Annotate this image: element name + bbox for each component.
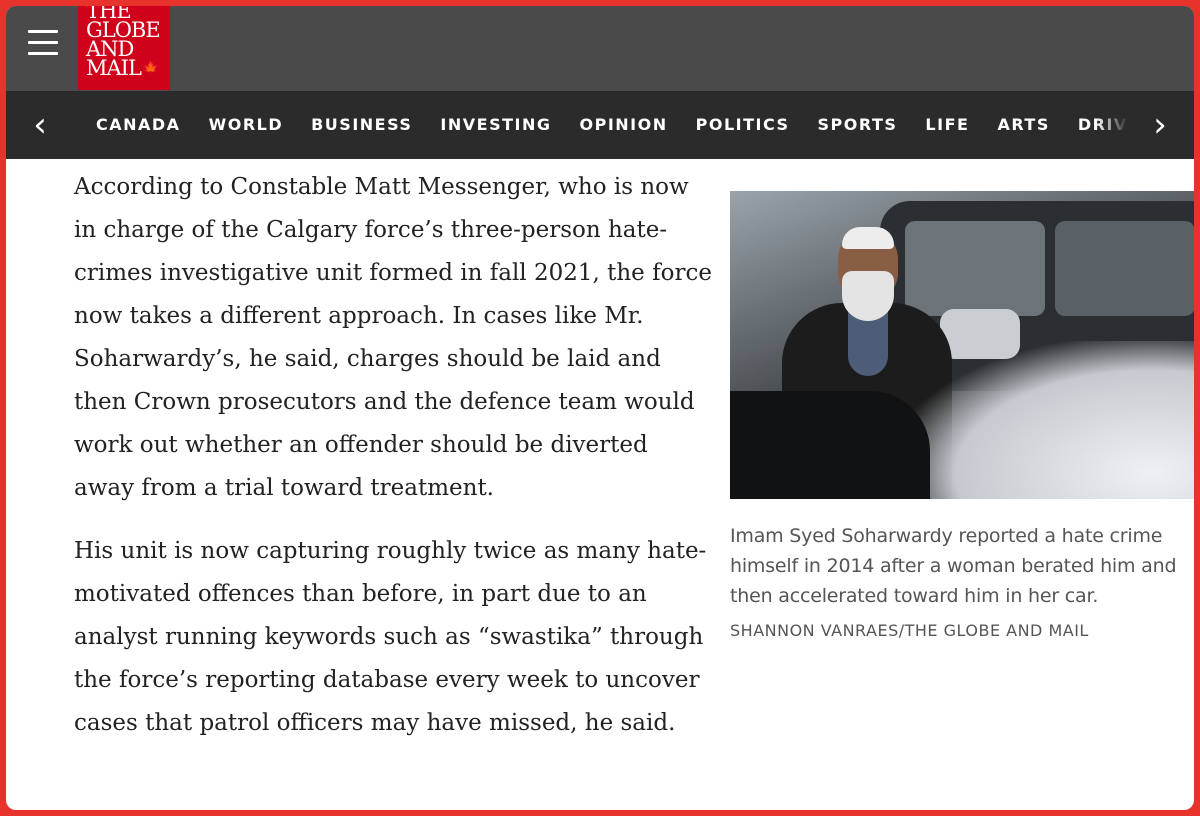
maple-leaf-icon: 🍁 bbox=[142, 61, 159, 76]
chevron-left-icon[interactable]: ‹ bbox=[20, 105, 60, 145]
chevron-right-icon[interactable]: › bbox=[1140, 105, 1180, 145]
section-nav-items: CANADA WORLD BUSINESS INVESTING OPINION POLIT… bbox=[96, 91, 1126, 159]
logo-line: MAIL bbox=[86, 56, 142, 80]
article-body: According to Constable Matt Messenger, w… bbox=[74, 166, 714, 765]
article-photo[interactable] bbox=[730, 191, 1194, 499]
photo-caption: Imam Syed Soharwardy reported a hate cri… bbox=[730, 525, 1177, 607]
nav-item-sports[interactable]: SPORTS bbox=[818, 91, 898, 159]
browser-frame: THE GLOBE AND MAIL 🍁 ‹ CANADA WORLD BUSINES… bbox=[6, 6, 1194, 810]
nav-item-politics[interactable]: POLITICS bbox=[696, 91, 790, 159]
article-paragraph: According to Constable Matt Messenger, w… bbox=[74, 174, 712, 501]
site-header: THE GLOBE AND MAIL 🍁 bbox=[6, 6, 1194, 91]
hamburger-menu-icon[interactable] bbox=[28, 30, 58, 56]
article-figure: Imam Syed Soharwardy reported a hate cri… bbox=[730, 191, 1194, 640]
nav-item-arts[interactable]: ARTS bbox=[997, 91, 1049, 159]
nav-fade-overlay bbox=[1096, 91, 1136, 159]
globe-and-mail-logo[interactable]: THE GLOBE AND MAIL 🍁 bbox=[78, 6, 170, 90]
nav-item-business[interactable]: BUSINESS bbox=[311, 91, 412, 159]
section-nav: ‹ CANADA WORLD BUSINESS INVESTING OPINION POL… bbox=[6, 91, 1194, 159]
photo-credit: SHANNON VANRAES/THE GLOBE AND MAIL bbox=[730, 621, 1089, 640]
nav-item-canada[interactable]: CANADA bbox=[96, 91, 181, 159]
article-paragraph: His unit is now capturing roughly twice … bbox=[74, 538, 707, 736]
nav-item-life[interactable]: LIFE bbox=[925, 91, 969, 159]
nav-item-world[interactable]: WORLD bbox=[209, 91, 284, 159]
nav-item-opinion[interactable]: OPINION bbox=[580, 91, 668, 159]
nav-item-investing[interactable]: INVESTING bbox=[440, 91, 551, 159]
